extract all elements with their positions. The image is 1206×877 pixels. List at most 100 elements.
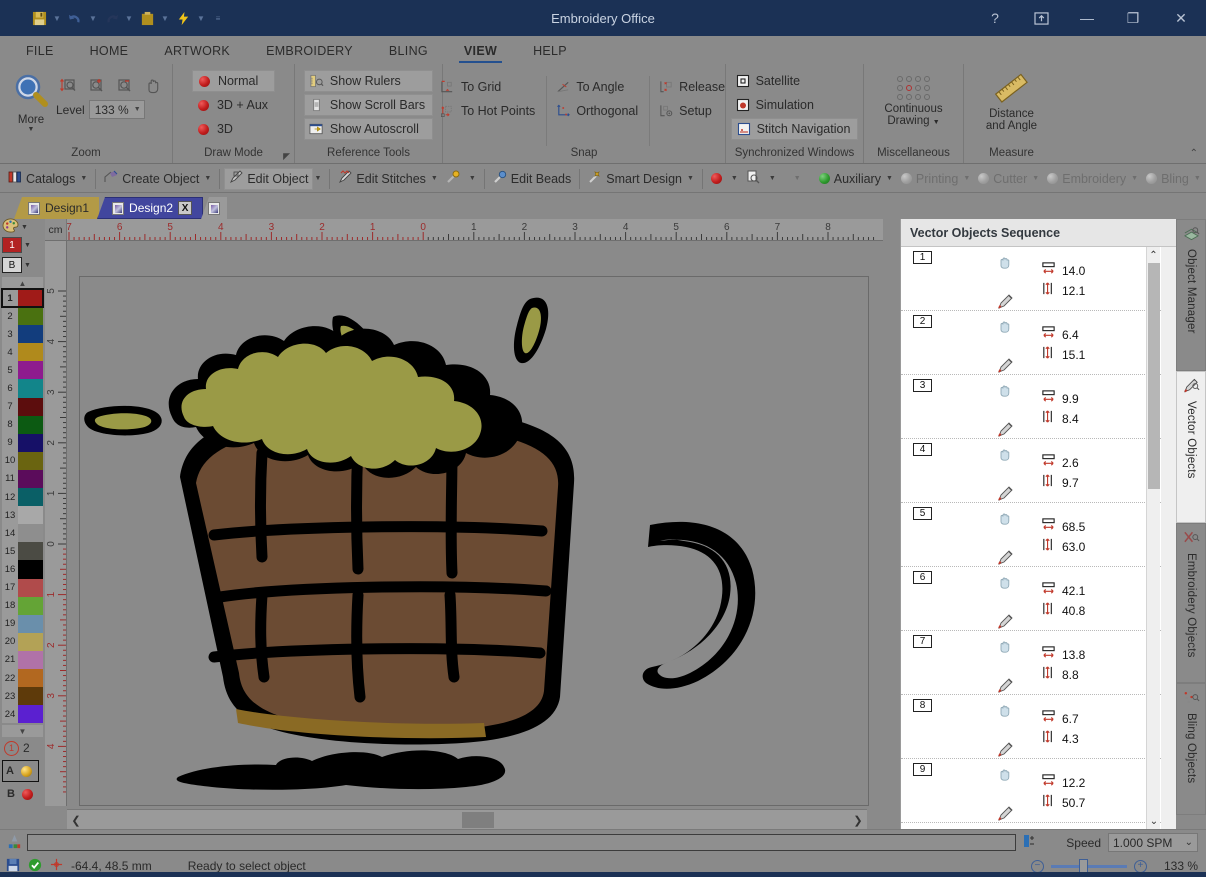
edit-stitches-button[interactable]: Edit Stitches: [334, 168, 429, 190]
satellite-button[interactable]: Satellite: [731, 70, 859, 92]
color-swatch-row[interactable]: 10: [2, 451, 43, 470]
canvas-horizontal-scrollbar[interactable]: ❮ ❯: [67, 809, 867, 829]
color-swatch-chip[interactable]: [18, 596, 43, 615]
document-tab-design1[interactable]: Design1: [14, 197, 100, 219]
color-swatch-row[interactable]: 3: [2, 325, 43, 344]
show-scroll-bars-button[interactable]: Show Scroll Bars: [303, 94, 434, 116]
color-swatch-row[interactable]: 15: [2, 542, 43, 561]
printing-dropdown-arrow[interactable]: ▼: [962, 175, 974, 182]
needle-group-1-badge[interactable]: 1: [4, 740, 19, 756]
distance-and-angle-button[interactable]: Distance and Angle: [969, 70, 1055, 132]
color-swatch-chip[interactable]: [18, 578, 43, 597]
maximize-button[interactable]: ❐: [1110, 0, 1156, 36]
minimize-button[interactable]: —: [1064, 0, 1110, 36]
palette-dropdown-arrow[interactable]: ▼: [21, 224, 28, 231]
speed-combo[interactable]: 1.000 SPM ⌄: [1108, 833, 1198, 852]
color-swatch-chip[interactable]: [18, 397, 43, 416]
cutter-dropdown-arrow[interactable]: ▼: [1031, 175, 1043, 182]
step-icon[interactable]: [1022, 833, 1036, 852]
document-tab-design2[interactable]: Design2 X: [97, 197, 204, 219]
visibility-icon[interactable]: [997, 641, 1013, 658]
inspect-button[interactable]: [742, 168, 768, 190]
color-swatch-chip[interactable]: [18, 614, 43, 633]
horizontal-scroll-thumb[interactable]: [462, 812, 494, 828]
dock-tab-embroidery-objects[interactable]: Embroidery Objects: [1176, 523, 1206, 683]
color-swatch-row[interactable]: 21: [2, 650, 43, 669]
create-object-button[interactable]: Create Object: [100, 168, 203, 190]
table-row[interactable]: 6 42.1 40.8: [901, 567, 1161, 631]
continuous-drawing-button[interactable]: Continuous Drawing ▼: [869, 74, 959, 129]
panel-scroll-thumb[interactable]: [1148, 263, 1160, 489]
color-swatch-row[interactable]: 19: [2, 614, 43, 633]
visibility-icon[interactable]: [997, 321, 1013, 338]
object-thumbnail[interactable]: [911, 383, 985, 437]
draw-mode-normal-button[interactable]: Normal: [191, 70, 276, 92]
active-color-dropdown-arrow[interactable]: ▼: [24, 242, 31, 249]
color-swatch-chip[interactable]: [18, 668, 43, 688]
table-row[interactable]: 1 14.0 12.1: [901, 247, 1161, 311]
redo-icon[interactable]: [100, 7, 122, 29]
mode-dropdown-arrow[interactable]: ▼: [24, 262, 31, 269]
visibility-icon[interactable]: [997, 513, 1013, 530]
color-swatch-chip[interactable]: [18, 488, 43, 507]
table-row[interactable]: 8 6.7 4.3: [901, 695, 1161, 759]
visibility-icon[interactable]: [997, 385, 1013, 402]
needle-group-2-label[interactable]: 2: [23, 741, 30, 755]
object-thumbnail[interactable]: [911, 767, 985, 821]
active-color-chip[interactable]: 1: [2, 237, 22, 253]
table-row[interactable]: 7 13.8 8.8: [901, 631, 1161, 695]
horizontal-ruler[interactable]: cm 7 6 5 4 3 2 1 0 1 2 3 4 5 6 7 8: [45, 219, 883, 241]
color-swatch-chip[interactable]: [18, 560, 43, 579]
snap-orthogonal-button[interactable]: Orthogonal: [551, 100, 645, 122]
color-swatch-chip[interactable]: [18, 650, 43, 669]
color-swatch-row[interactable]: 1: [1, 287, 44, 309]
visibility-icon[interactable]: [997, 705, 1013, 722]
undo-dropdown-arrow[interactable]: ▼: [86, 7, 100, 29]
play-icon[interactable]: [1043, 833, 1059, 852]
redo-dropdown-arrow[interactable]: ▼: [122, 7, 136, 29]
color-swatch-row[interactable]: 20: [2, 632, 43, 651]
color-swatch-row[interactable]: 13: [2, 506, 43, 525]
catalogs-button[interactable]: Catalogs: [4, 168, 79, 190]
color-swatch-row[interactable]: 16: [2, 560, 43, 579]
color-swatch-chip[interactable]: [18, 415, 43, 434]
cutter-button[interactable]: Cutter: [974, 168, 1031, 190]
color-swatch-chip[interactable]: [18, 506, 43, 525]
color-swatch-row[interactable]: 5: [2, 361, 43, 380]
ribbon-collapse-icon[interactable]: ⌃: [1190, 148, 1198, 159]
snap-to-angle-button[interactable]: To Angle: [551, 76, 645, 98]
color-swatch-chip[interactable]: [18, 451, 43, 470]
simulation-progress-field[interactable]: [27, 834, 1017, 851]
zoom-out-button[interactable]: −: [1030, 859, 1044, 873]
pencil-icon[interactable]: [997, 806, 1015, 825]
beer-mug-illustration[interactable]: [80, 277, 868, 805]
auxiliary-button[interactable]: Auxiliary: [815, 168, 885, 190]
zoom-level-combo[interactable]: 133 % ▼: [88, 100, 145, 119]
color-swatch-chip[interactable]: [18, 325, 43, 344]
mode-chip[interactable]: B: [2, 257, 22, 273]
table-row[interactable]: 5 68.5 63.0: [901, 503, 1161, 567]
edit-beads-button[interactable]: Edit Beads: [489, 168, 575, 190]
auxiliary-dropdown-arrow[interactable]: ▼: [885, 175, 897, 182]
snap-release-button[interactable]: Release: [654, 76, 732, 98]
draw-mode-dialog-launcher-icon[interactable]: ◤: [283, 151, 290, 162]
edit-object-dropdown-arrow[interactable]: ▼: [313, 175, 325, 182]
magic-wand-dropdown-arrow[interactable]: ▼: [468, 175, 480, 182]
new-document-tab-button[interactable]: [201, 197, 228, 219]
color-swatch-row[interactable]: 17: [2, 578, 43, 597]
ribbon-tab-home[interactable]: HOME: [72, 41, 147, 64]
color-swatch-row[interactable]: 9: [2, 433, 43, 452]
object-thumbnail[interactable]: [911, 575, 985, 629]
help-icon[interactable]: ?: [972, 0, 1018, 36]
pan-hand-icon[interactable]: [140, 74, 166, 98]
stitch-navigation-button[interactable]: Stitch Navigation: [730, 118, 859, 140]
color-swatch-chip[interactable]: [18, 687, 43, 706]
dock-tab-bling-objects[interactable]: Bling Objects: [1176, 683, 1206, 815]
snap-to-hot-points-button[interactable]: To Hot Points: [436, 100, 542, 122]
show-rulers-button[interactable]: Show Rulers: [303, 70, 434, 92]
color-ball-button[interactable]: [707, 168, 730, 190]
ribbon-tab-embroidery[interactable]: EMBROIDERY: [248, 41, 371, 64]
zoom-in-button[interactable]: +: [1133, 859, 1147, 873]
palette-scroll-up-button[interactable]: ▲: [2, 277, 43, 289]
color-swatch-chip[interactable]: [18, 705, 43, 724]
